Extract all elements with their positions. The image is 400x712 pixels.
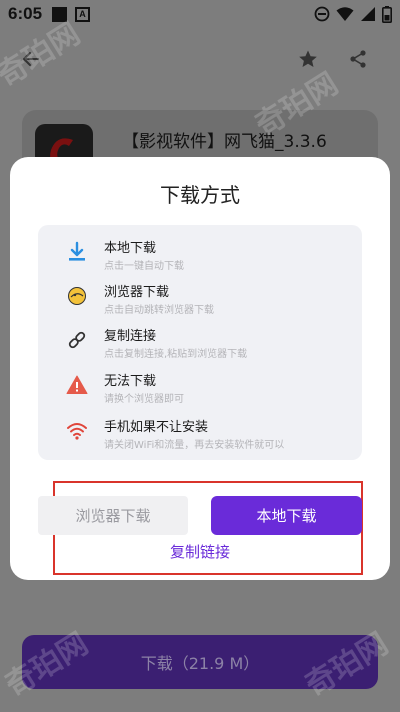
option-title: 无法下载 [104,374,157,389]
option-desc: 点击一键自动下载 [104,261,184,272]
copy-link-label: 复制链接 [169,543,230,561]
browser-download-button[interactable]: 浏览器下载 [38,496,188,535]
signal-icon [361,7,375,21]
share-icon [350,50,366,68]
download-icon [66,241,88,263]
local-download-button[interactable]: 本地下载 [211,496,362,535]
option-desc: 请换个浏览器即可 [104,394,184,405]
option-cannot-download: 无法下载 请换个浏览器即可 [38,368,362,408]
link-icon [66,329,88,351]
browser-icon [66,285,88,307]
download-method-dialog: 下载方式 本地下载 点击一键自动下载 浏览器下载 点击自动跳转浏览器下载 复制连… [10,157,390,580]
option-install-blocked: 手机如果不让安装 请关闭WiFi和流量，再去安装软件就可以 [38,414,362,454]
dialog-title: 下载方式 [160,183,240,207]
share-button[interactable] [341,42,375,76]
local-download-label: 本地下载 [256,507,317,525]
do-not-disturb-icon [314,6,330,22]
warning-icon [66,374,88,396]
option-desc: 点击复制连接,粘贴到浏览器下载 [104,349,248,360]
download-options-panel: 本地下载 点击一键自动下载 浏览器下载 点击自动跳转浏览器下载 复制连接 点击复… [38,225,362,460]
wifi-icon [66,420,88,442]
watermark-bottom-left: 奇珀网 [0,626,95,704]
wifi-status-icon [336,7,354,21]
app-title: 【影视软件】网飞猫_3.3.6 [122,132,327,152]
option-local-download: 本地下载 点击一键自动下载 [38,235,362,275]
option-desc: 请关闭WiFi和流量，再去安装软件就可以 [104,440,285,451]
option-title: 浏览器下载 [104,285,170,300]
browser-download-label: 浏览器下载 [75,507,151,525]
option-browser-download: 浏览器下载 点击自动跳转浏览器下载 [38,279,362,319]
download-size-label: 下载（21.9 M） [140,654,260,673]
option-title: 本地下载 [104,241,157,256]
watermark-bottom-right: 奇珀网 [299,626,395,704]
battery-icon [382,5,392,23]
status-time: 6:05 [8,4,43,23]
option-copy-link: 复制连接 点击复制连接,粘贴到浏览器下载 [38,323,362,363]
notification-a-icon: A [75,6,91,22]
copy-link-button[interactable]: 复制链接 [10,541,390,562]
option-title: 手机如果不让安装 [104,420,209,435]
option-desc: 点击自动跳转浏览器下载 [104,305,214,316]
option-title: 复制连接 [104,329,157,344]
